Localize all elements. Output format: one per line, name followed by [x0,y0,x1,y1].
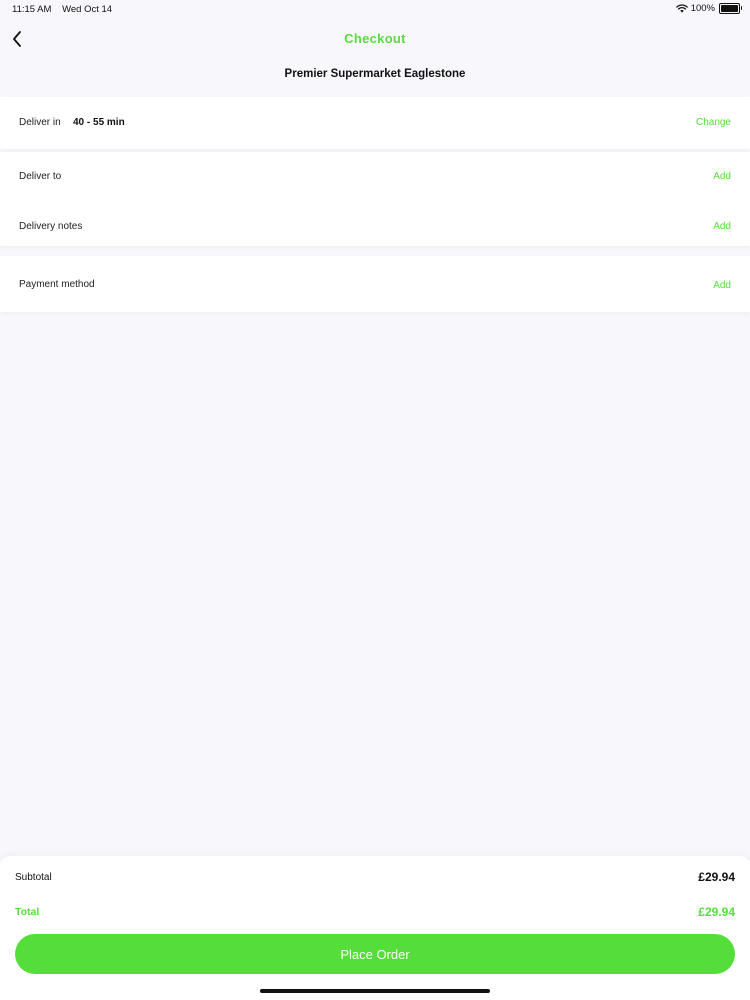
status-date: Wed Oct 14 [62,4,113,15]
total-label: Total [15,906,40,918]
payment-method-row[interactable]: Payment method Add [0,256,750,312]
status-right: 100% [675,3,742,14]
delivery-notes-label: Delivery notes [19,221,83,232]
home-indicator [260,989,490,993]
store-name: Premier Supermarket Eaglestone [284,68,466,80]
deliver-in-label: Deliver in [19,117,61,128]
add-delivery-notes-button[interactable]: Add [713,221,731,232]
status-time: 11:15 AM [12,4,52,15]
wifi-icon [675,4,688,13]
deliver-in-row[interactable]: Deliver in 40 - 55 min Change [0,97,750,149]
delivery-details-group: Deliver to Add Delivery notes Add [0,152,750,246]
payment-method-label: Payment method [19,279,95,290]
add-address-button[interactable]: Add [713,171,731,182]
place-order-button[interactable]: Place Order [15,934,735,974]
page-title: Checkout [344,31,406,46]
subtotal-amount: £29.94 [698,870,735,884]
status-left: 11:15 AM Wed Oct 14 [12,4,112,15]
total-amount: £29.94 [698,905,735,919]
battery-icon [719,3,742,14]
subtotal-label: Subtotal [15,872,52,883]
deliver-in-value: 40 - 55 min [73,117,125,128]
change-delivery-time-button[interactable]: Change [696,117,731,128]
deliver-to-label: Deliver to [19,171,62,182]
nav-bar: Checkout [0,24,750,54]
battery-percent: 100% [690,3,715,14]
battery-level [721,5,738,12]
order-summary-panel: Subtotal £29.94 Total £29.94 Place Order [0,856,750,1000]
add-payment-method-button[interactable]: Add [713,280,731,291]
status-bar: 11:15 AM Wed Oct 14 100% [0,0,750,20]
